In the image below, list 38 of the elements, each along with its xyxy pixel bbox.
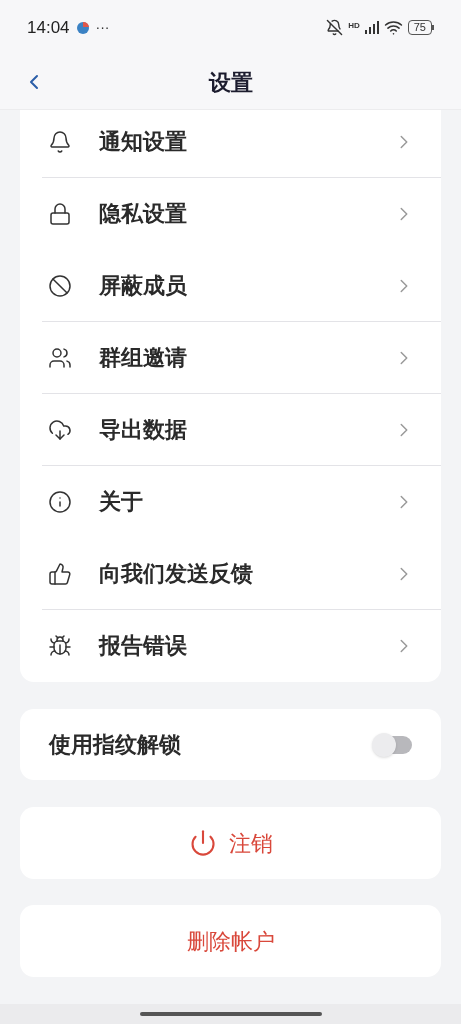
delete-account-button[interactable]: 删除帐户 [20,905,441,977]
menu-label: 向我们发送反馈 [99,560,254,588]
mute-icon [326,19,344,36]
battery-icon: 75 [407,20,434,35]
menu-item[interactable]: 通知设置 [42,106,441,178]
menu-label: 通知设置 [99,128,188,156]
menu-item[interactable]: 导出数据 [42,394,441,466]
signal-icon [364,21,379,34]
home-indicator[interactable] [139,1012,322,1016]
menu-item[interactable]: 群组邀请 [42,322,441,394]
fingerprint-switch[interactable] [374,735,412,754]
menu-item[interactable]: 报告错误 [42,610,441,682]
menu-item[interactable]: 向我们发送反馈 [42,538,441,610]
bug-icon [48,633,72,658]
bell-icon [48,129,72,154]
more-indicator: ··· [95,18,110,37]
menu-label: 屏蔽成员 [99,272,188,300]
status-time: 14:04 [27,16,70,39]
menu-label: 关于 [99,488,144,516]
menu-label: 报告错误 [99,632,188,660]
page-title: 设置 [208,68,253,97]
menu-item[interactable]: 隐私设置 [42,178,441,250]
users-icon [48,345,72,370]
logout-button[interactable]: 注销 [20,807,441,879]
thumbs-up-icon [48,561,72,586]
info-icon [48,489,72,514]
menu-label: 导出数据 [99,416,188,444]
network-label: HD [348,20,360,32]
menu-label: 群组邀请 [99,344,188,372]
menu-item[interactable]: 关于 [42,466,441,538]
menu-label: 隐私设置 [99,200,188,228]
app-icon [75,20,90,35]
wifi-icon [383,18,403,37]
block-icon [48,273,72,298]
menu-item[interactable]: 屏蔽成员 [42,250,441,322]
lock-icon [48,201,72,226]
cloud-download-icon [48,417,72,442]
fingerprint-label: 使用指纹解锁 [49,731,181,759]
